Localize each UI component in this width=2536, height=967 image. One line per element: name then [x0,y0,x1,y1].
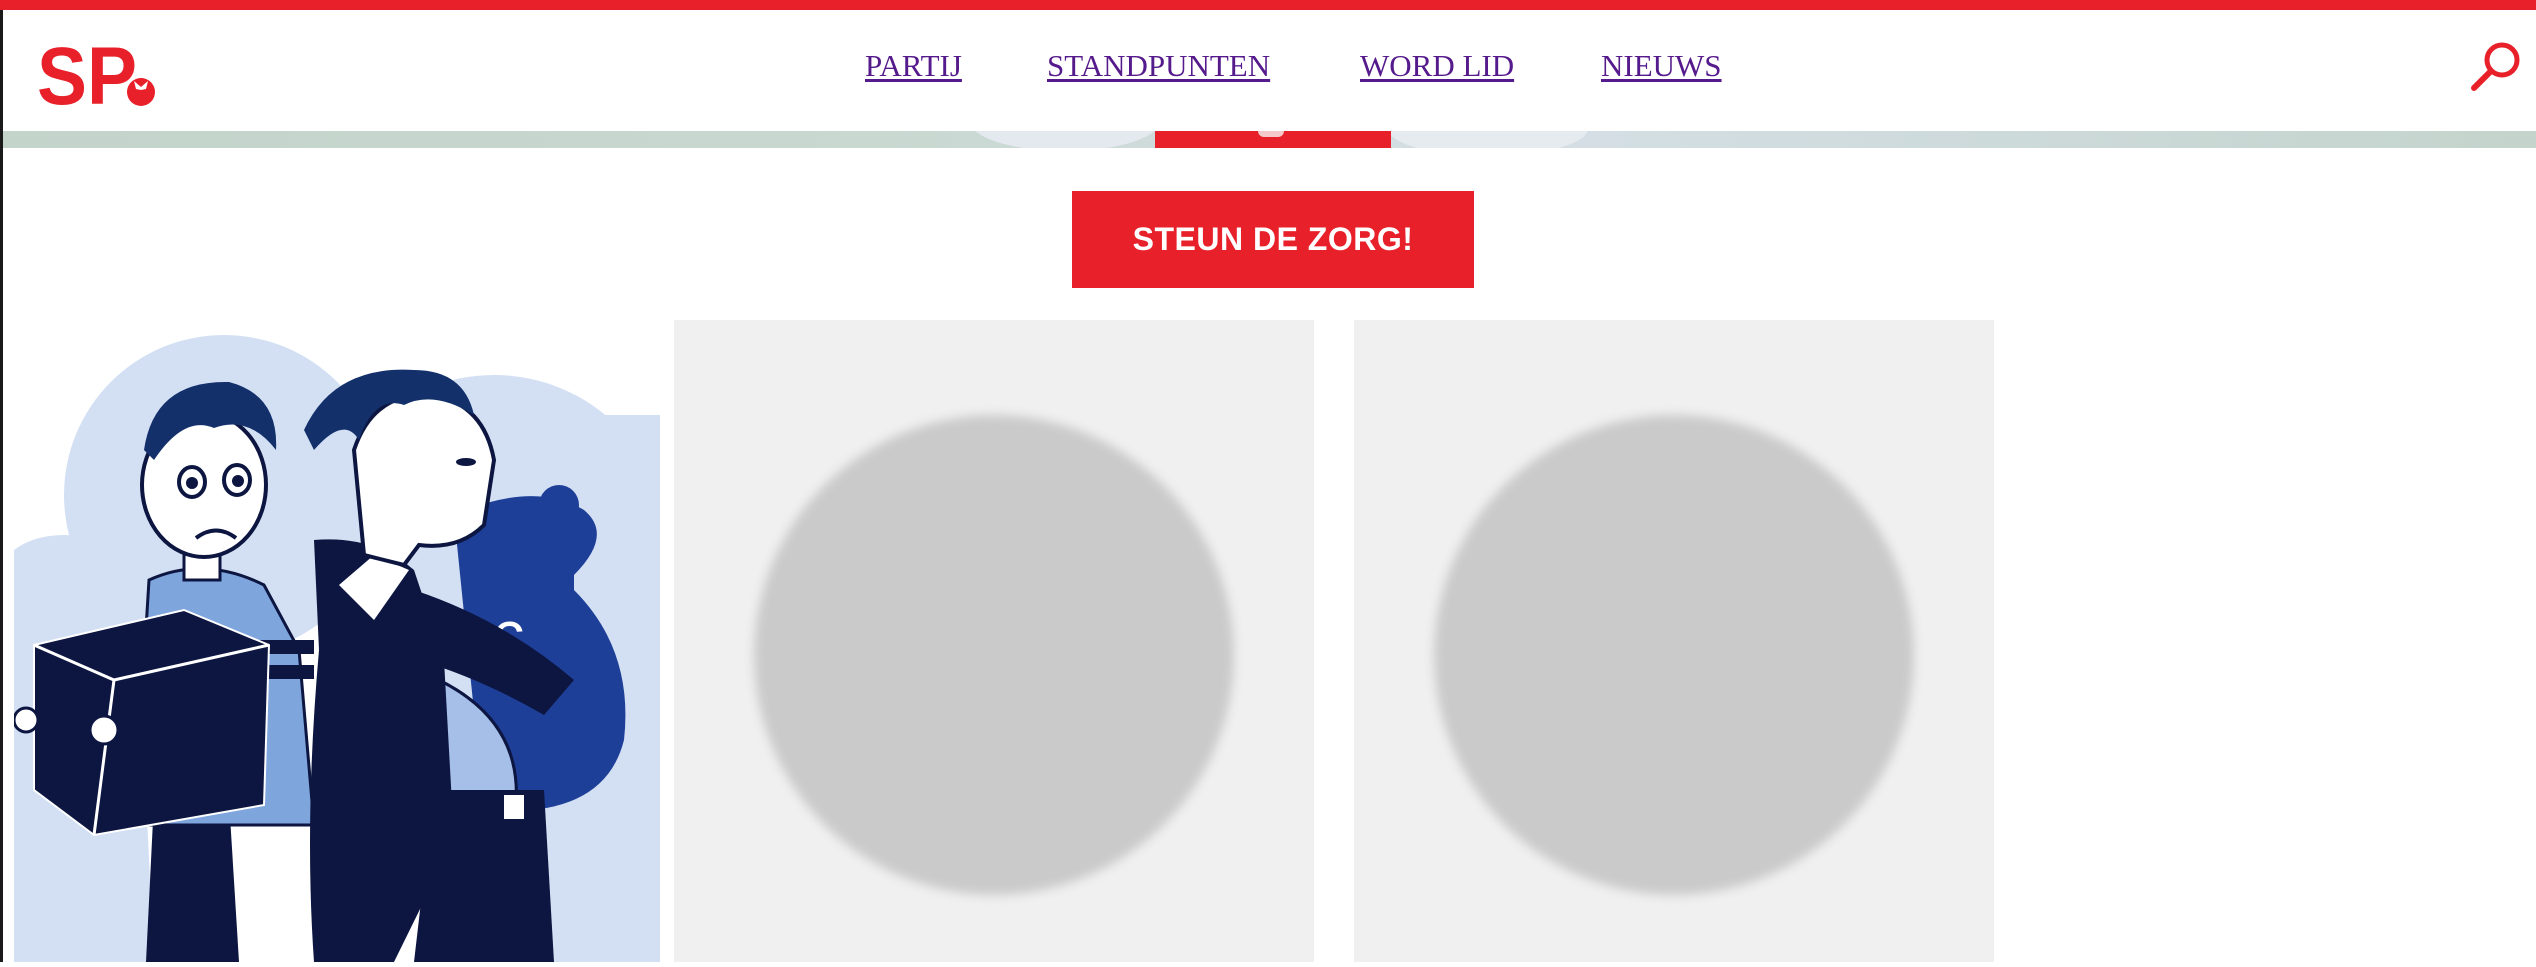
steun-de-zorg-button[interactable]: STEUN DE ZORG! [1072,191,1474,288]
top-accent-bar [0,0,2536,10]
avatar-placeholder [1434,415,1914,895]
sp-logo-mark: SP [37,31,155,122]
nav-link-partij[interactable]: PARTIJ [865,48,962,84]
search-button[interactable] [2466,36,2528,98]
site-header: SP PARTIJ STANDPUNTEN WORD LID NIEUWS [3,10,2536,131]
sp-logo[interactable]: SP [33,28,158,122]
campaign-illustration[interactable]: € [12,320,669,962]
nav-link-word-lid[interactable]: WORD LID [1360,48,1514,84]
nav-link-standpunten[interactable]: STANDPUNTEN [1047,48,1270,84]
tomato-icon [127,78,155,106]
hero-image-detail [1388,131,1588,148]
hero-image-detail [1258,131,1284,137]
hero-image-detail [970,131,1160,148]
hero-image-strip [3,131,2536,148]
search-icon [2471,42,2520,91]
image-placeholder-card[interactable] [674,320,1314,962]
window-edge [0,10,3,962]
nav-link-nieuws[interactable]: NIEUWS [1601,48,1722,84]
logo-text: SP [37,31,137,113]
avatar-placeholder [754,415,1234,895]
worker-and-rich-man-illustration: € [12,335,669,962]
image-placeholder-card[interactable] [1354,320,1994,962]
